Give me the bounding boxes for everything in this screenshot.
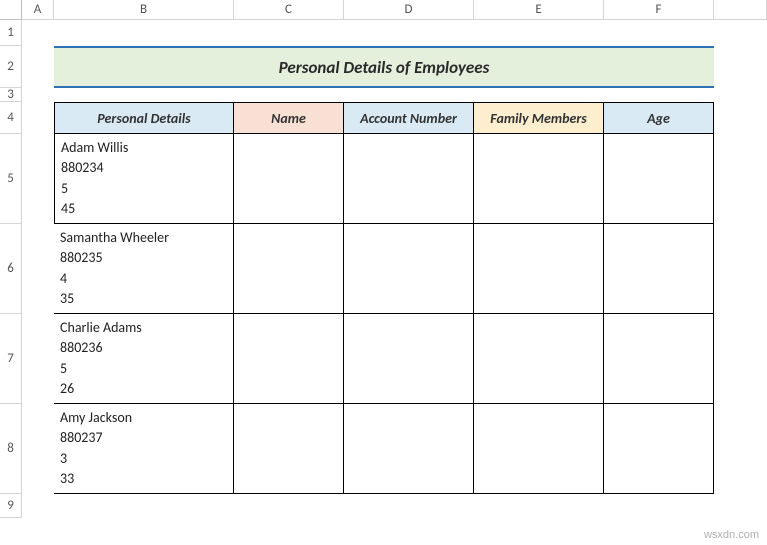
select-all-corner[interactable] bbox=[0, 0, 22, 20]
row3-gap[interactable] bbox=[54, 88, 714, 102]
cell-f7[interactable] bbox=[604, 314, 714, 404]
cell-c8[interactable] bbox=[234, 404, 344, 494]
th-age[interactable]: Age bbox=[604, 102, 714, 134]
row-header-1[interactable]: 1 bbox=[0, 20, 22, 46]
cell-f5[interactable] bbox=[604, 134, 714, 224]
th-personal-details[interactable]: Personal Details bbox=[54, 102, 234, 134]
th-name[interactable]: Name bbox=[234, 102, 344, 134]
row-header-3[interactable]: 3 bbox=[0, 88, 22, 102]
row-header-4[interactable]: 4 bbox=[0, 102, 22, 134]
row-header-2[interactable]: 2 bbox=[0, 46, 22, 88]
col-header-e[interactable]: E bbox=[474, 0, 604, 20]
row-header-9[interactable]: 9 bbox=[0, 494, 22, 518]
col-header-f[interactable]: F bbox=[604, 0, 714, 20]
col-a-body[interactable] bbox=[22, 20, 54, 518]
cell-b6[interactable]: Samantha Wheeler 880235 4 35 bbox=[54, 224, 234, 314]
col-header-blank bbox=[714, 0, 767, 20]
right-filler[interactable] bbox=[714, 20, 767, 518]
row1-blank[interactable] bbox=[54, 20, 714, 46]
col-header-a[interactable]: A bbox=[22, 0, 54, 20]
th-family-members[interactable]: Family Members bbox=[474, 102, 604, 134]
cell-d8[interactable] bbox=[344, 404, 474, 494]
cell-d7[interactable] bbox=[344, 314, 474, 404]
cell-c7[interactable] bbox=[234, 314, 344, 404]
row9-blank[interactable] bbox=[54, 494, 714, 518]
cell-c6[interactable] bbox=[234, 224, 344, 314]
row-header-8[interactable]: 8 bbox=[0, 404, 22, 494]
col-header-b[interactable]: B bbox=[54, 0, 234, 20]
cell-b7[interactable]: Charlie Adams 880236 5 26 bbox=[54, 314, 234, 404]
spreadsheet-grid: A B C D E F 1 2 3 4 5 6 7 8 9 Personal D… bbox=[0, 0, 767, 518]
col-header-d[interactable]: D bbox=[344, 0, 474, 20]
cell-d5[interactable] bbox=[344, 134, 474, 224]
row-header-7[interactable]: 7 bbox=[0, 314, 22, 404]
cell-b8[interactable]: Amy Jackson 880237 3 33 bbox=[54, 404, 234, 494]
cell-b5[interactable]: Adam Willis 880234 5 45 bbox=[54, 134, 234, 224]
cell-e5[interactable] bbox=[474, 134, 604, 224]
cell-e6[interactable] bbox=[474, 224, 604, 314]
cell-d6[interactable] bbox=[344, 224, 474, 314]
watermark: wsxdn.com bbox=[704, 529, 759, 541]
cell-e8[interactable] bbox=[474, 404, 604, 494]
page-title: Personal Details of Employees bbox=[54, 46, 714, 88]
cell-c5[interactable] bbox=[234, 134, 344, 224]
th-account-number[interactable]: Account Number bbox=[344, 102, 474, 134]
cell-e7[interactable] bbox=[474, 314, 604, 404]
row-header-6[interactable]: 6 bbox=[0, 224, 22, 314]
cell-f6[interactable] bbox=[604, 224, 714, 314]
row-header-5[interactable]: 5 bbox=[0, 134, 22, 224]
cell-f8[interactable] bbox=[604, 404, 714, 494]
col-header-c[interactable]: C bbox=[234, 0, 344, 20]
